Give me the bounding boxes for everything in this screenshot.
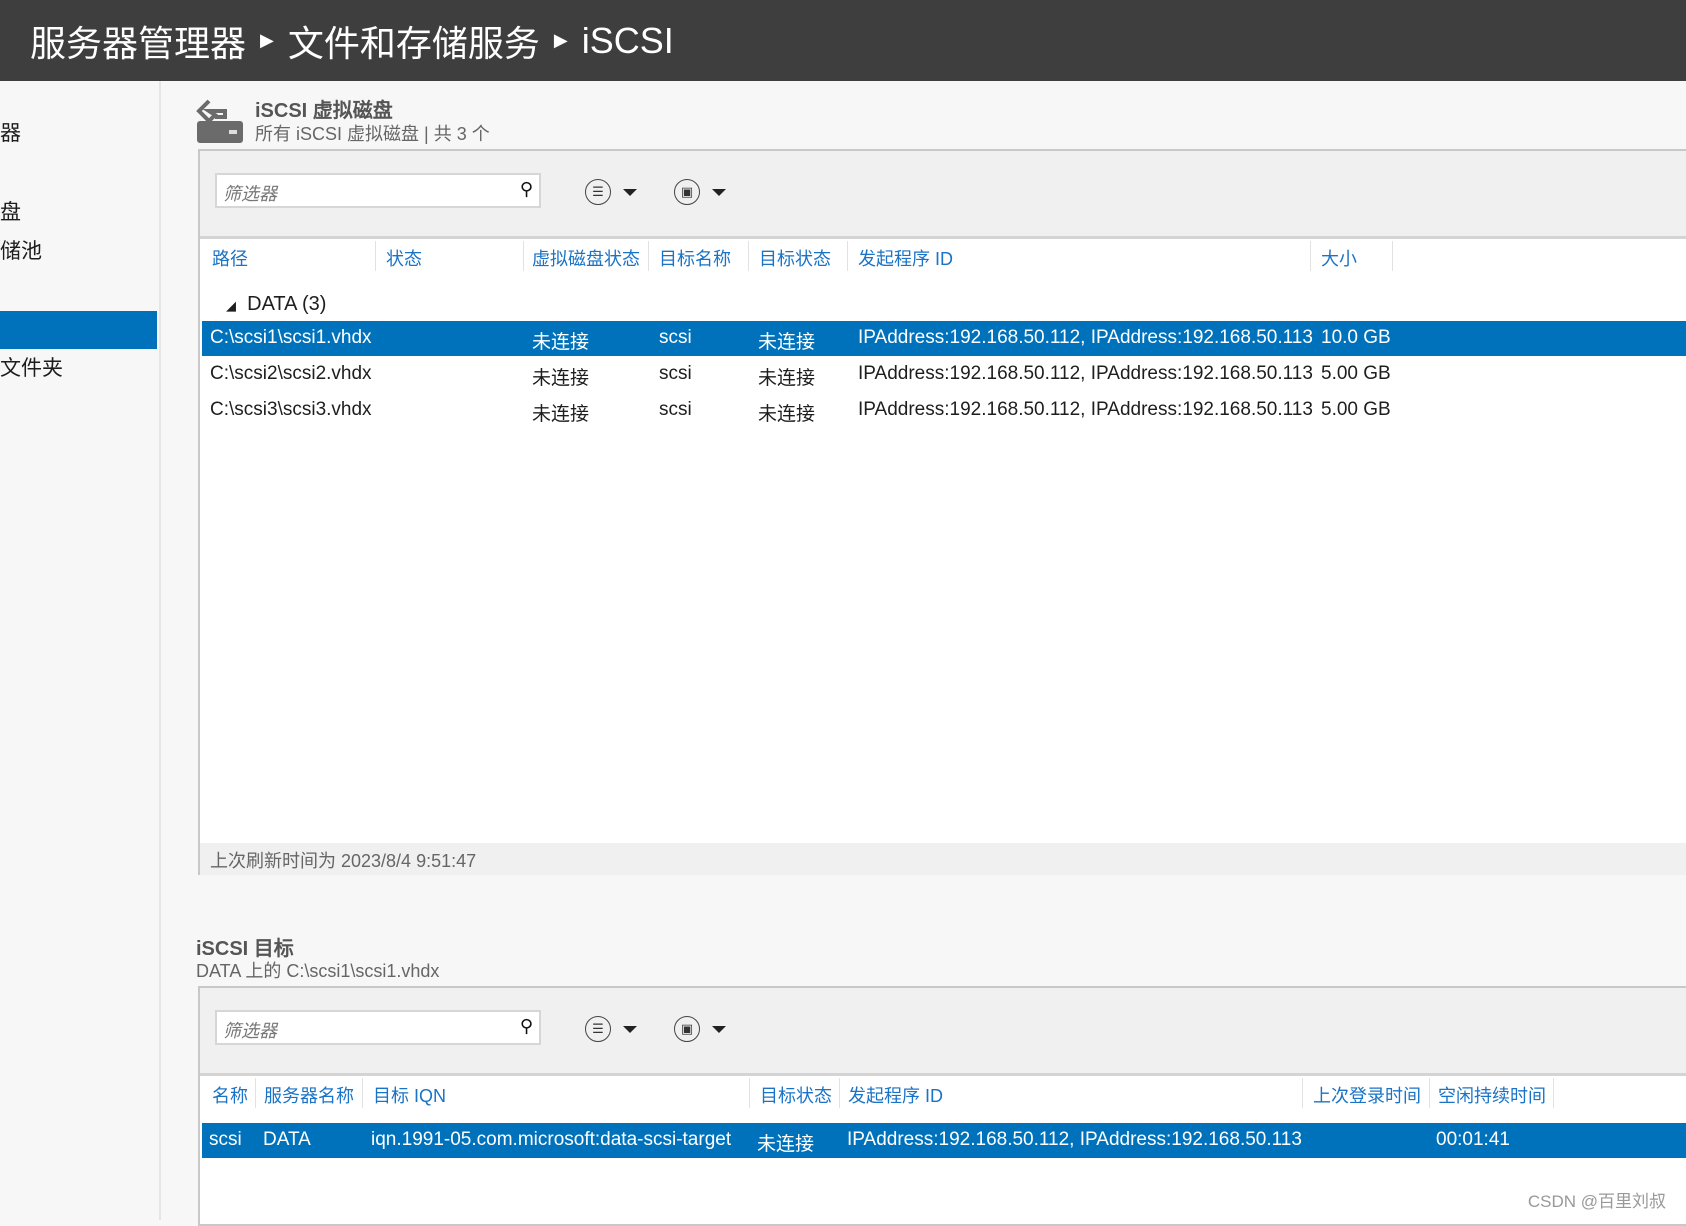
cell-initiator: IPAddress:192.168.50.112, IPAddress:192.… [847,1129,1302,1150]
filter-input[interactable]: 筛选器 ⚲ [215,1010,541,1045]
breadcrumb-separator-icon: ▶ [553,30,568,50]
table-row[interactable]: C:\scsi1\scsi1.vhdx 未连接 scsi 未连接 IPAddre… [202,321,1686,356]
table-row[interactable]: C:\scsi2\scsi2.vhdx 未连接 scsi 未连接 IPAddre… [202,357,1686,392]
cell-status: 未连接 [757,1134,815,1155]
column-header-iqn[interactable]: 目标 IQN [373,1082,446,1108]
group-header[interactable]: ◢ DATA (3) [226,293,326,316]
column-header-target-status[interactable]: 目标状态 [760,1082,832,1108]
breadcrumb-item: iSCSI [581,19,674,61]
section-title: iSCSI 虚拟磁盘 [255,100,393,122]
column-header-initiator-id[interactable]: 发起程序 ID [848,1082,943,1108]
sidebar-item[interactable]: 盘 [0,194,157,232]
save-icon[interactable]: ▣ [674,1016,700,1042]
chevron-down-icon[interactable] [623,1026,637,1033]
chevron-down-icon[interactable] [712,189,726,196]
cell-size: 5.00 GB [1321,363,1391,384]
cell-target: scsi [659,363,692,384]
cell-disk-status: 未连接 [532,404,590,425]
cell-path: C:\scsi1\scsi1.vhdx [210,327,372,348]
toolbar: 筛选器 ⚲ ☰ ▣ [200,151,1686,239]
cell-disk-status: 未连接 [532,368,590,389]
view-list-icon[interactable]: ☰ [585,179,611,205]
table-row[interactable]: C:\scsi3\scsi3.vhdx 未连接 scsi 未连接 IPAddre… [202,393,1686,428]
group-label: DATA (3) [247,293,327,315]
sidebar-item[interactable]: 储池 [0,233,157,271]
target-list: 筛选器 ⚲ ☰ ▣ 名称 服务器名称 目标 IQN 目标状态 发起程序 ID 上次… [198,986,1686,1226]
cell-idle: 00:01:41 [1436,1129,1510,1150]
breadcrumb: 服务器管理器 ▶ 文件和存储服务 ▶ iSCSI [0,0,1686,81]
breadcrumb-separator-icon: ▶ [260,30,274,50]
section-subtitle: 所有 iSCSI 虚拟磁盘 | 共 3 个 [255,124,490,144]
cell-target: scsi [659,399,692,420]
section-subtitle: DATA 上的 C:\scsi1\scsi1.vhdx [196,961,440,981]
column-header-target-status[interactable]: 目标状态 [759,245,831,271]
toolbar: 筛选器 ⚲ ☰ ▣ [200,988,1686,1076]
column-header-server[interactable]: 服务器名称 [264,1082,354,1108]
cell-iqn: iqn.1991-05.com.microsoft:data-scsi-targ… [371,1129,732,1150]
watermark: CSDN @百里刘叔 [1527,1192,1666,1211]
cell-disk-status: 未连接 [532,332,590,353]
sidebar-item[interactable]: 文件夹 [0,350,157,388]
sidebar-item-selected[interactable] [0,311,157,349]
virtual-disk-icon [196,99,243,143]
virtual-disk-list: 筛选器 ⚲ ☰ ▣ 路径 状态 虚拟磁盘状态 目标名称 目标状态 发起程序 ID … [198,149,1686,875]
column-header-target-name[interactable]: 目标名称 [659,245,731,271]
chevron-down-icon[interactable] [712,1026,726,1033]
cell-size: 10.0 GB [1321,327,1391,348]
cell-initiator: IPAddress:192.168.50.112, IPAddress:192.… [858,327,1313,348]
cell-path: C:\scsi2\scsi2.vhdx [210,363,372,384]
search-icon[interactable]: ⚲ [520,1016,533,1037]
cell-target: scsi [659,327,692,348]
sidebar: 器 盘 储池 文件夹 [0,81,161,1220]
cell-initiator: IPAddress:192.168.50.112, IPAddress:192.… [858,399,1313,420]
filter-input[interactable]: 筛选器 ⚲ [215,173,541,208]
column-header-name[interactable]: 名称 [212,1082,248,1108]
cell-size: 5.00 GB [1321,399,1391,420]
status-footer: 上次刷新时间为 2023/8/4 9:51:47 [200,843,1686,875]
column-header-disk-status[interactable]: 虚拟磁盘状态 [532,245,640,271]
cell-initiator: IPAddress:192.168.50.112, IPAddress:192.… [858,363,1313,384]
collapse-triangle-icon[interactable]: ◢ [226,298,236,313]
sidebar-item[interactable]: 器 [0,115,157,153]
cell-target-status: 未连接 [758,404,816,425]
breadcrumb-item[interactable]: 文件和存储服务 [288,15,540,67]
chevron-down-icon[interactable] [623,189,637,196]
column-header-initiator-id[interactable]: 发起程序 ID [858,245,953,271]
column-header-last-login[interactable]: 上次登录时间 [1313,1082,1421,1108]
column-header-idle-duration[interactable]: 空闲持续时间 [1438,1082,1546,1108]
column-header-path[interactable]: 路径 [212,245,248,271]
cell-server: DATA [263,1129,311,1150]
view-list-icon[interactable]: ☰ [585,1016,611,1042]
cell-path: C:\scsi3\scsi3.vhdx [210,399,372,420]
save-icon[interactable]: ▣ [674,179,700,205]
cell-target-status: 未连接 [758,368,816,389]
column-header-size[interactable]: 大小 [1321,245,1357,271]
column-header-status[interactable]: 状态 [386,245,422,271]
table-row[interactable]: scsi DATA iqn.1991-05.com.microsoft:data… [202,1123,1686,1158]
cell-name: scsi [209,1129,242,1150]
cell-target-status: 未连接 [758,332,816,353]
search-icon[interactable]: ⚲ [520,179,533,200]
breadcrumb-item[interactable]: 服务器管理器 [30,15,246,67]
